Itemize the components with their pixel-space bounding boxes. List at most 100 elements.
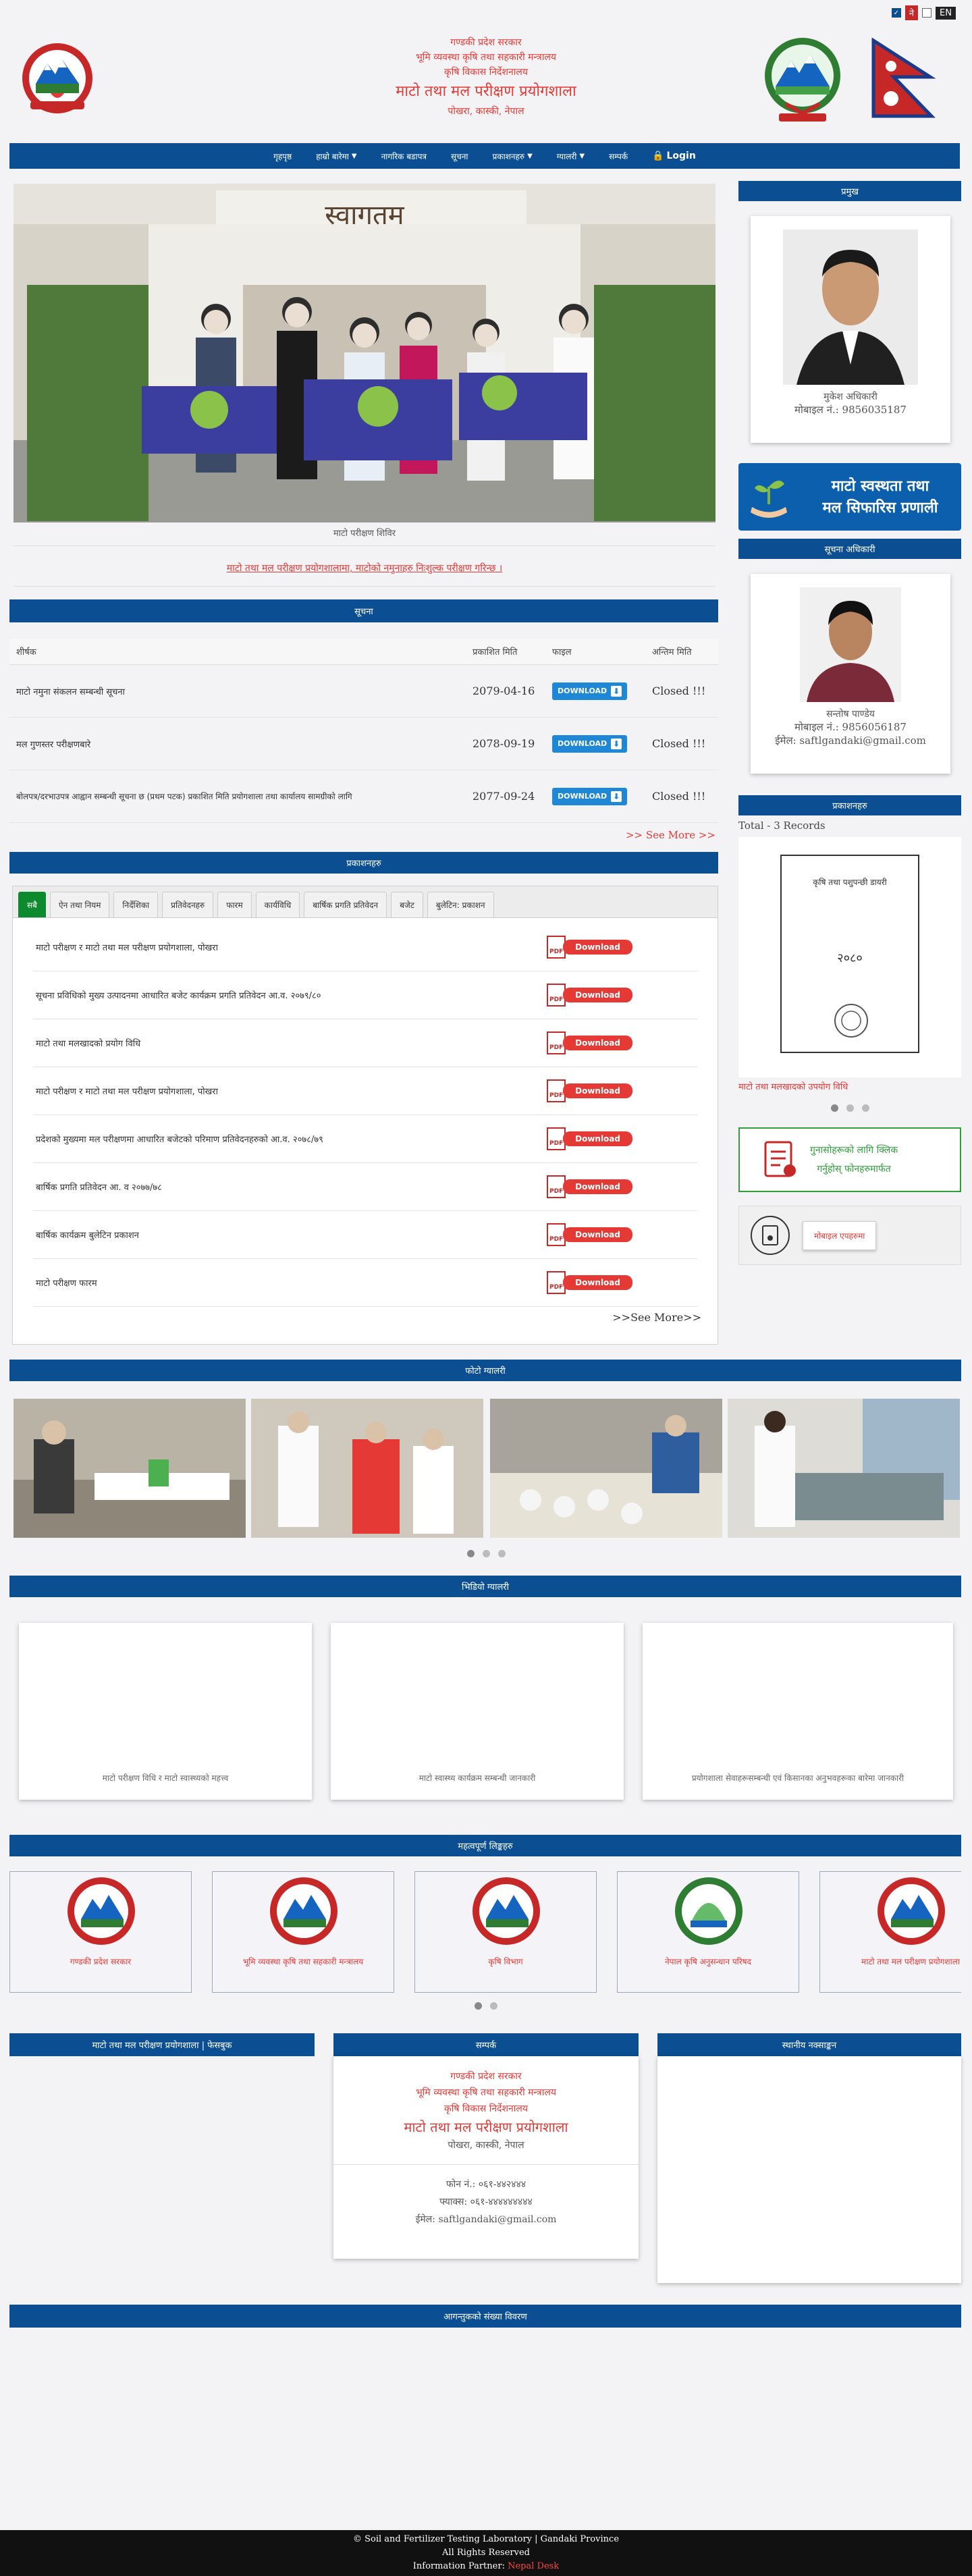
link-card[interactable]: गण्डकी प्रदेश सरकार <box>9 1871 192 1993</box>
notice-title[interactable]: मल गुणस्तर परीक्षणबारे <box>9 717 466 770</box>
gallery-photo-3[interactable] <box>490 1399 722 1538</box>
nav-login-label: Login <box>666 151 696 161</box>
gallery-photo-4[interactable] <box>728 1399 960 1538</box>
pdf-download-button[interactable]: PDF Download <box>547 1127 632 1150</box>
tab-acts-rules[interactable]: ऐन तथा नियम <box>49 892 110 917</box>
download-label: Download <box>563 1227 632 1242</box>
tab-procedures[interactable]: कार्यविधि <box>255 892 300 917</box>
download-arrow-icon: ⬇ <box>611 738 622 749</box>
book-caption-link[interactable]: माटो तथा मलखादको उपयोग विधि <box>738 1080 848 1092</box>
publications-see-more-link[interactable]: >>See More>> <box>13 1307 718 1324</box>
contact-line-3: कृषि विकास निर्देशनालय <box>444 2103 528 2114</box>
nav-login[interactable]: 🔒 Login <box>640 151 708 161</box>
tab-reports[interactable]: प्रतिवेदनहरु <box>162 892 214 917</box>
nav-home-label: गृहपृष्ठ <box>273 151 292 161</box>
document-title[interactable]: माटो तथा मलखादको प्रयोग विधि <box>36 1037 140 1049</box>
pdf-download-button[interactable]: PDF Download <box>547 1079 632 1102</box>
carousel-dot[interactable] <box>475 2002 482 2010</box>
notices-heading-text: सूचना <box>354 607 373 617</box>
document-title[interactable]: सूचना प्रविधिको मुख्य उत्पादनमा आधारित ब… <box>36 989 321 1001</box>
publication-book-cover[interactable]: कृषि तथा पशुपन्छी डायरी २०८० <box>738 837 961 1077</box>
hero-slideshow-image[interactable]: स्वागतम <box>14 184 716 522</box>
carousel-dot[interactable] <box>861 1104 869 1112</box>
download-label: Download <box>563 1036 632 1050</box>
contact-title: माटो तथा मल परीक्षण प्रयोगशाला <box>404 2119 568 2135</box>
nav-about[interactable]: हाम्रो बारेमा ▼ <box>304 151 369 162</box>
document-title[interactable]: माटो परीक्षण र माटो तथा मल परीक्षण प्रयो… <box>36 1085 218 1097</box>
notice-download-button[interactable]: DOWNLOAD ⬇ <box>552 682 628 700</box>
carousel-dot[interactable] <box>846 1104 854 1112</box>
tab-guidelines[interactable]: निर्देशिका <box>113 892 159 917</box>
divider <box>14 586 716 587</box>
document-title[interactable]: प्रदेशको मुख्यमा मल परीक्षणमा आधारित बजे… <box>36 1133 323 1145</box>
carousel-dot[interactable] <box>490 2002 497 2010</box>
scrolling-announcement[interactable]: माटो तथा मल परीक्षण प्रयोगशालामा, माटोको… <box>14 562 716 574</box>
divider <box>14 545 716 546</box>
link-card[interactable]: नेपाल कृषि अनुसन्धान परिषद <box>617 1871 799 1993</box>
video-gallery-heading-text: भिडियो ग्यालरी <box>462 1582 509 1592</box>
mobile-app-button[interactable]: मोबाइल एपहरुमा <box>803 1220 877 1250</box>
link-card[interactable]: कृषि विभाग <box>414 1871 597 1993</box>
nav-notice[interactable]: सूचना <box>439 151 481 162</box>
carousel-dot[interactable] <box>497 1550 506 1557</box>
main-navigation: गृहपृष्ठ हाम्रो बारेमा ▼ नागरिक बडापत्र स… <box>9 143 960 169</box>
notices-see-more-link[interactable]: >> See More >> <box>608 829 716 841</box>
document-title[interactable]: माटो परीक्षण र माटो तथा मल परीक्षण प्रयो… <box>36 941 218 953</box>
nepali-checkbox[interactable]: ✓ <box>891 8 901 18</box>
plant-hand-icon <box>751 480 787 518</box>
info-officer-heading-text: सूचना अधिकारी <box>824 545 875 555</box>
contact-fax: फ्याक्स: ०६१-४४४४४४४४४ <box>439 2197 533 2207</box>
nav-gallery[interactable]: ग्यालरी ▼ <box>545 151 597 162</box>
link-card[interactable]: माटो तथा मल परीक्षण प्रयोगशाला <box>819 1871 961 1993</box>
video-card[interactable]: प्रयोगशाला सेवाहरूसम्बन्धी एवं किसानका अ… <box>643 1623 953 1800</box>
footer-partner-link[interactable]: Nepal Desk <box>508 2561 559 2571</box>
site-footer: © Soil and Fertilizer Testing Laboratory… <box>0 2530 972 2576</box>
notice-title[interactable]: माटो नमुना संकलन सम्बन्धी सूचना <box>9 664 466 718</box>
link-card[interactable]: भूमि व्यवस्था कृषि तथा सहकारी मन्त्रालय <box>212 1871 394 1993</box>
pdf-download-button[interactable]: PDF Download <box>547 1031 632 1054</box>
contact-email[interactable]: ईमेल: saftlgandaki@gmail.com <box>333 2211 639 2228</box>
nepal-flag <box>871 37 936 122</box>
document-title[interactable]: माटो परीक्षण फारम <box>36 1277 97 1289</box>
carousel-dot[interactable] <box>482 1550 490 1557</box>
notice-download-button[interactable]: DOWNLOAD ⬇ <box>552 787 628 805</box>
pdf-download-button[interactable]: PDF Download <box>547 936 632 959</box>
info-officer-name: सन्तोष पाण्डेय <box>826 709 875 720</box>
info-officer-email[interactable]: ईमेल: saftlgandaki@gmail.com <box>751 734 950 747</box>
pdf-download-button[interactable]: PDF Download <box>547 1175 632 1198</box>
video-card[interactable]: माटो परीक्षण विधि र माटो स्वास्थ्यको महत… <box>19 1623 312 1800</box>
carousel-dot[interactable] <box>830 1104 838 1112</box>
document-title[interactable]: बार्षिक प्रगति प्रतिवेदन आ. व २०७७/७८ <box>36 1181 162 1193</box>
gallery-photo-1[interactable] <box>14 1399 246 1538</box>
pdf-download-button[interactable]: PDF Download <box>547 984 632 1007</box>
carousel-dot[interactable] <box>466 1550 475 1557</box>
english-checkbox[interactable] <box>922 8 932 18</box>
tab-bulletin[interactable]: बुलेटिन: प्रकाशन <box>427 892 494 917</box>
link-label: नेपाल कृषि अनुसन्धान परिषद <box>665 1957 751 1966</box>
video-card[interactable]: माटो स्वास्थ्य कार्यक्रम सम्बन्धी जानकार… <box>331 1623 624 1800</box>
tab-annual-reports[interactable]: बार्षिक प्रगति प्रतिवेदन <box>304 892 387 917</box>
tab-budget[interactable]: बजेट <box>391 892 423 917</box>
caret-down-icon: ▼ <box>579 152 585 160</box>
nav-contact[interactable]: सम्पर्क <box>597 151 640 162</box>
nav-notice-label: सूचना <box>451 151 468 161</box>
grievance-link[interactable]: गुनासोहरूको लागि क्लिक गर्नुहोस् फोनहरुम… <box>738 1127 961 1192</box>
soil-health-system-banner[interactable]: माटो स्वस्थता तथा मल सिफारिस प्रणाली <box>738 463 961 531</box>
notice-title[interactable]: बोलपत्र/दरभाउपत्र आह्वान सम्बन्धी सूचना … <box>9 770 466 823</box>
download-arrow-icon: ⬇ <box>611 685 622 697</box>
nav-home[interactable]: गृहपृष्ठ <box>261 151 304 162</box>
document-title[interactable]: बार्षिक कार्यक्रम बुलेटिन प्रकाशन <box>36 1229 139 1241</box>
tab-forms[interactable]: फारम <box>217 892 252 917</box>
col-date: प्रकाशित मिति <box>466 639 545 665</box>
tab-all[interactable]: सबै <box>18 892 46 917</box>
gallery-photo-2[interactable] <box>251 1399 483 1538</box>
pdf-download-button[interactable]: PDF Download <box>547 1271 632 1294</box>
notice-download-button[interactable]: DOWNLOAD ⬇ <box>552 734 628 753</box>
pdf-download-button[interactable]: PDF Download <box>547 1223 632 1246</box>
nepali-language-button[interactable]: ने <box>905 5 919 20</box>
english-language-button[interactable]: EN <box>936 6 956 20</box>
nav-citizen-charter[interactable]: नागरिक बडापत्र <box>369 151 439 162</box>
map-box[interactable] <box>657 2056 961 2283</box>
mobile-document-icon <box>751 1216 790 1255</box>
nav-publications[interactable]: प्रकाशनहरु ▼ <box>481 151 545 162</box>
